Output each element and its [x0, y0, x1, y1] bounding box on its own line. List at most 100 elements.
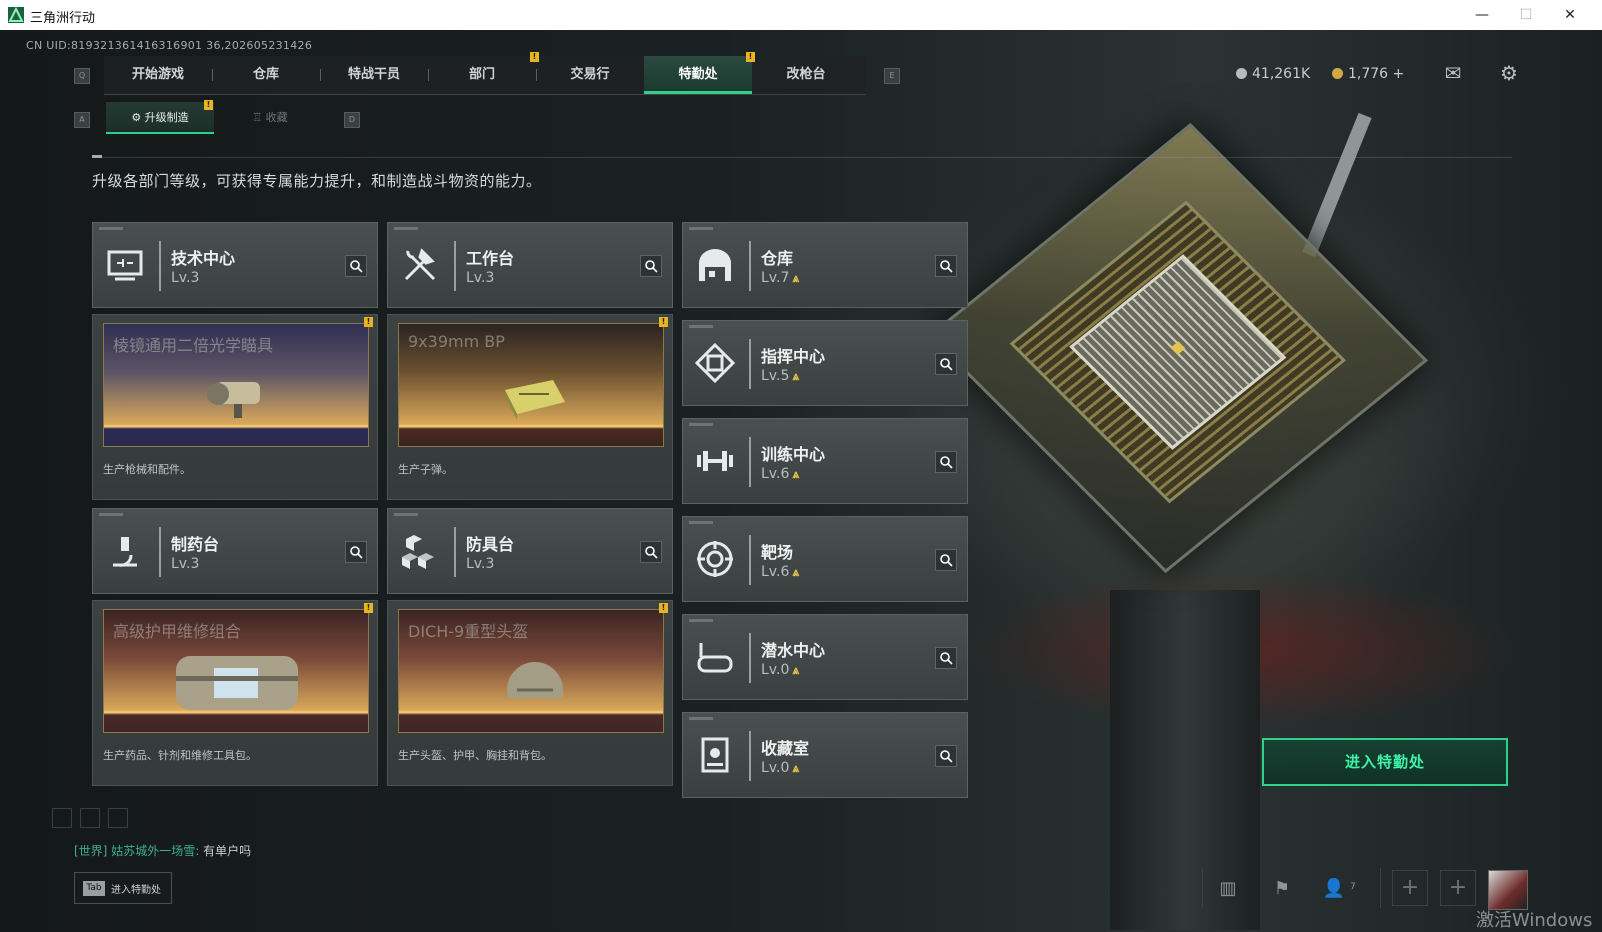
player-avatar[interactable] [1488, 870, 1528, 910]
tab-enter-hint[interactable]: Tab 进入特勤处 [74, 872, 172, 904]
production-item-name: DICH-9重型头盔 [408, 622, 529, 641]
boxes-icon [400, 531, 440, 571]
tab-hint-label: 进入特勤处 [111, 885, 161, 896]
magnifier-icon [350, 546, 363, 559]
tools-icon [400, 245, 440, 285]
inspect-button[interactable] [935, 255, 957, 277]
production-alert-badge: ! [364, 317, 373, 327]
facility-card-collection-room[interactable]: 收藏室 Lv.0 ⩓ [682, 712, 968, 798]
window-titlebar: 三角洲行动 — ☐ ✕ [0, 0, 1602, 30]
upgrade-alert-badge: ! [204, 100, 213, 110]
inspect-button[interactable] [935, 451, 957, 473]
silver-coin-icon [1236, 68, 1247, 79]
upgrade-available-icon: ⩓ [792, 565, 800, 579]
facility-level: Lv.0 ⩓ [761, 760, 800, 776]
monitor-icon [105, 245, 145, 285]
enter-special-ops-button[interactable]: 进入特勤处 [1262, 738, 1508, 786]
tab-trading[interactable]: 交易行 [536, 56, 644, 94]
app-logo-icon [8, 7, 24, 23]
magnifier-icon [940, 358, 953, 371]
chat-user: 姑苏城外一场雪: [111, 844, 200, 858]
facility-name: 工作台 [466, 249, 515, 268]
maximize-button[interactable]: ☐ [1504, 0, 1548, 30]
production-caption: 生产药品、针剂和维修工具包。 [103, 749, 257, 762]
microscope-icon [105, 531, 145, 571]
production-panel-weapons[interactable]: 棱镜通用二倍光学瞄具 ! 生产枪械和配件。 [92, 314, 378, 500]
facility-card-training-center[interactable]: 训练中心 Lv.6 ⩓ [682, 418, 968, 504]
tab-special-ops[interactable]: 特勤处 [644, 56, 752, 94]
inspect-button[interactable] [935, 353, 957, 375]
facility-card-diving-center[interactable]: 潜水中心 Lv.0 ⩓ [682, 614, 968, 700]
facility-card-warehouse[interactable]: 仓库 Lv.7 ⩓ [682, 222, 968, 308]
inspect-button[interactable] [640, 255, 662, 277]
chat-message: 有单户吗 [203, 844, 252, 858]
stats-chart-icon[interactable]: ▥ [1214, 875, 1242, 903]
sub-nav: ⚙ 升级制造 ♖ 收藏 [106, 102, 324, 134]
minimize-button[interactable]: — [1460, 0, 1504, 30]
special-ops-cube-model [927, 122, 1429, 574]
production-panel-armor[interactable]: DICH-9重型头盔 ! 生产头盔、护甲、胸挂和背包。 [387, 600, 673, 786]
flag-icon[interactable]: ⚑ [1268, 875, 1296, 903]
upgrade-available-icon: ⩓ [792, 271, 800, 285]
department-alert-badge: ! [530, 52, 539, 62]
add-party-slot-button[interactable]: + [1392, 870, 1428, 906]
production-caption: 生产头盔、护甲、胸挂和背包。 [398, 749, 552, 762]
facility-name: 技术中心 [171, 249, 236, 268]
production-item-image: 棱镜通用二倍光学瞄具 [103, 323, 369, 447]
production-panel-medical[interactable]: 高级护甲维修组合 ! 生产药品、针剂和维修工具包。 [92, 600, 378, 786]
tab-collection[interactable]: ♖ 收藏 [216, 102, 324, 134]
key-hint-e: E [884, 68, 900, 84]
friends-count: 7 [1350, 882, 1356, 892]
key-hint-q: Q [74, 68, 90, 84]
facility-card-tech-center[interactable]: 技术中心 Lv.3 [92, 222, 378, 308]
inspect-button[interactable] [935, 549, 957, 571]
inspect-button[interactable] [345, 255, 367, 277]
facility-level: Lv.3 [171, 556, 200, 572]
facility-card-pharmacy[interactable]: 制药台 Lv.3 [92, 508, 378, 594]
chat-line[interactable]: [世界] 姑苏城外一场雪: 有单户吗 [74, 842, 251, 859]
tab-gunsmith[interactable]: 改枪台 [752, 56, 860, 94]
close-button[interactable]: ✕ [1548, 0, 1592, 30]
facility-name: 收藏室 [761, 739, 810, 758]
settings-gear-icon[interactable]: ⚙ [1496, 60, 1522, 86]
upgrade-available-icon: ⩓ [792, 467, 800, 481]
inspect-button[interactable] [345, 541, 367, 563]
production-caption: 生产枪械和配件。 [103, 463, 191, 476]
facility-level: Lv.7 ⩓ [761, 270, 800, 286]
add-gold-button[interactable]: + [1393, 66, 1405, 82]
facility-name: 仓库 [761, 249, 794, 268]
inspect-button[interactable] [935, 745, 957, 767]
target-icon [695, 539, 735, 579]
facility-level: Lv.0 ⩓ [761, 662, 800, 678]
tab-upgrade-craft[interactable]: ⚙ 升级制造 [106, 102, 214, 134]
tab-operators[interactable]: 特战干员 [320, 56, 428, 94]
facility-level: Lv.6 ⩓ [761, 466, 800, 482]
facility-card-command-center[interactable]: 指挥中心 Lv.5 ⩓ [682, 320, 968, 406]
facility-name: 训练中心 [761, 445, 826, 464]
production-item-image: 9x39mm BP [398, 323, 664, 447]
add-party-slot-button[interactable]: + [1440, 870, 1476, 906]
production-item-image: DICH-9重型头盔 [398, 609, 664, 733]
magnifier-icon [645, 260, 658, 273]
facility-card-shooting-range[interactable]: 靶场 Lv.6 ⩓ [682, 516, 968, 602]
windows-activation-watermark: 激活Windows [1476, 910, 1593, 931]
facility-name: 靶场 [761, 543, 794, 562]
robot-arm-decoration [1302, 112, 1372, 258]
silver-currency: 41,261K [1236, 66, 1310, 82]
inspect-button[interactable] [935, 647, 957, 669]
magnifier-icon [940, 750, 953, 763]
player-uid: CN UID:819321361416316901 36,20260523142… [26, 39, 313, 52]
production-panel-ammo[interactable]: 9x39mm BP ! 生产子弹。 [387, 314, 673, 500]
friends-icon[interactable]: 👤 [1320, 875, 1348, 903]
facility-card-workbench[interactable]: 工作台 Lv.3 [387, 222, 673, 308]
tab-start-game[interactable]: 开始游戏 [104, 56, 212, 94]
page-description: 升级各部门等级，可获得专属能力提升，和制造战斗物资的能力。 [92, 172, 542, 190]
tab-department[interactable]: 部门 [428, 56, 536, 94]
production-alert-badge: ! [659, 317, 668, 327]
mail-icon[interactable]: ✉ [1440, 60, 1466, 86]
facility-card-armor-bench[interactable]: 防具台 Lv.3 [387, 508, 673, 594]
gold-currency[interactable]: 1,776 + [1332, 66, 1404, 82]
tab-warehouse[interactable]: 仓库 [212, 56, 320, 94]
inspect-button[interactable] [640, 541, 662, 563]
facility-name: 指挥中心 [761, 347, 826, 366]
